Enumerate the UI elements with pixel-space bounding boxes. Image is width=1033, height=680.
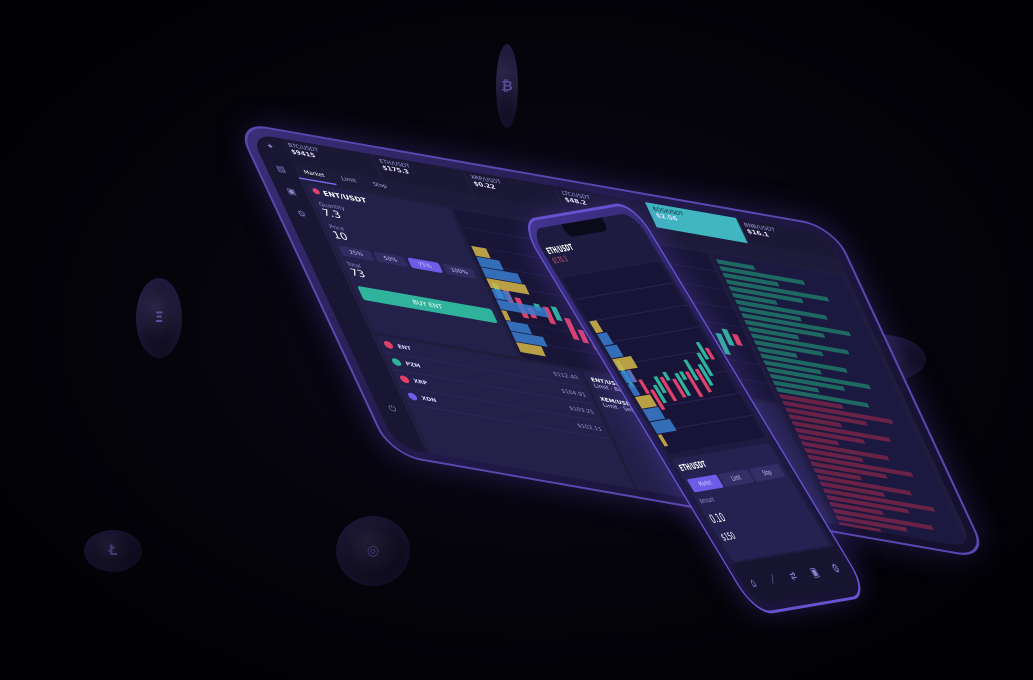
volume-profile-bar (627, 383, 641, 397)
tab-market[interactable]: Market (686, 474, 724, 493)
coin-icon (311, 187, 321, 195)
volume-profile-bar (657, 434, 669, 447)
percent-option[interactable]: 25% (338, 245, 375, 262)
volume-profile-bar (589, 320, 604, 334)
coin-icon (390, 357, 403, 367)
candle (638, 379, 651, 394)
volume-profile-bar (604, 344, 624, 359)
candle (563, 317, 580, 341)
volume-profile-bar (634, 394, 658, 409)
volume-profile-bar (476, 256, 504, 271)
coin: Ł (84, 530, 142, 572)
tab-limit[interactable]: Limit (717, 469, 755, 488)
trade-icon[interactable]: ⇄ (786, 568, 800, 583)
coin: ₿ (496, 44, 518, 128)
volume-profile-bar (471, 245, 491, 259)
tab-stop[interactable]: Stop (748, 463, 786, 482)
coin-glyph-icon: ◎ (366, 543, 380, 559)
volume-profile-bar (619, 370, 638, 384)
coin-icon (398, 374, 411, 384)
volume-profile-bar (596, 332, 614, 346)
wallet-icon[interactable]: ▣ (807, 565, 822, 580)
volume-profile-bar (650, 418, 677, 434)
volume-profile-bar (612, 356, 638, 371)
percent-option[interactable]: 75% (407, 257, 443, 274)
percent-option[interactable]: 50% (372, 251, 409, 268)
coin: Ξ (136, 278, 182, 358)
coin-glyph-icon: ₿ (501, 78, 513, 95)
scene: ₿ Ξ ◈ Ł ◎ ✦ ▤ ▣ ⚙ ⏻ BTC/USDT$9415 ETH/US… (0, 0, 1033, 680)
volume-profile-bar (501, 310, 512, 321)
chart-icon[interactable]: ⟋ (766, 572, 779, 587)
home-icon[interactable]: ⌂ (747, 575, 760, 590)
coin-glyph-icon: Ł (108, 543, 118, 559)
percent-option[interactable]: 100% (441, 263, 478, 280)
coin-icon (406, 392, 419, 402)
coin-icon (382, 340, 395, 350)
settings-icon[interactable]: ⚙ (829, 561, 843, 576)
coin-glyph-icon: Ξ (154, 310, 164, 326)
coin: ◎ (336, 516, 410, 586)
